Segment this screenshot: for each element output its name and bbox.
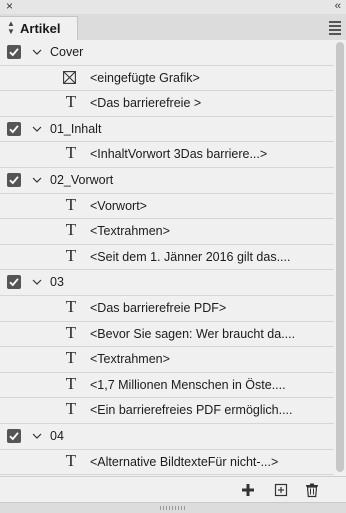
text-frame-icon: T [65, 245, 77, 265]
text-frame-icon: T [65, 220, 77, 240]
new-article-button[interactable] [273, 482, 289, 498]
text-frame-icon: T [65, 450, 77, 470]
checkbox-checked-icon[interactable] [7, 428, 21, 443]
vertical-scrollbar[interactable] [334, 40, 346, 476]
article-group-label: Cover [50, 45, 84, 59]
article-group-label: 01_Inhalt [50, 121, 102, 136]
article-group-label: 02_Vorwort [50, 172, 114, 187]
article-group-row[interactable]: 02_Vorwort [0, 168, 334, 194]
delete-trash-button[interactable] [304, 482, 320, 498]
collapse-panel-icon[interactable]: ‹‹ [335, 0, 341, 13]
tab-artikel[interactable]: ▲ ▼ Artikel [0, 16, 78, 41]
article-item-label: <Vorwort> [90, 198, 147, 213]
checkbox-checked-icon[interactable] [7, 121, 21, 136]
chevron-down-icon[interactable] [32, 172, 42, 188]
article-group-row[interactable]: 03 [0, 270, 334, 296]
article-item-label: <InhaltVorwort 3Das barriere...> [90, 147, 268, 162]
article-group-row[interactable]: 01_Inhalt [0, 117, 334, 143]
article-group-label: 04 [50, 428, 64, 443]
article-item-row[interactable]: <eingefügte Grafik> [0, 66, 334, 92]
chevron-down-icon[interactable] [32, 274, 42, 290]
text-frame-icon: T [65, 399, 77, 419]
tab-label: Artikel [20, 21, 61, 36]
article-item-row[interactable]: T <Bevor Sie sagen: Wer braucht da.... [0, 322, 334, 348]
article-item-label: <Bevor Sie sagen: Wer braucht da.... [90, 326, 296, 341]
articles-list: Cover <eingefügte Grafik> T <Das barrierefr… [0, 40, 334, 476]
text-frame-icon: T [65, 322, 77, 342]
text-frame-icon: T [65, 92, 77, 112]
article-item-label: <Textrahmen> [90, 352, 170, 367]
chevron-down-icon[interactable] [32, 121, 42, 137]
article-item-label: <Das barrierefreie > [90, 96, 202, 111]
article-item-label: <eingefügte Grafik> [90, 70, 200, 85]
article-item-label: <Textrahmen> [90, 224, 170, 239]
article-item-label: <Das barrierefreie PDF> [90, 300, 227, 315]
resize-grip-bar[interactable] [0, 502, 346, 513]
article-group-row[interactable]: Cover [0, 40, 334, 66]
close-icon[interactable]: × [6, 0, 13, 13]
panel-title-bar: × ‹‹ [0, 0, 346, 14]
text-frame-icon: T [65, 143, 77, 163]
article-item-row[interactable]: T <Vorwort> [0, 194, 334, 220]
article-item-row[interactable]: T <Ein barrierefreies PDF ermöglich.... [0, 398, 334, 424]
sort-arrows-icon: ▲ ▼ [7, 19, 15, 36]
articles-panel: × ‹‹ ▲ ▼ Artikel Cover <eingefügte Grafik>… [0, 0, 346, 513]
article-item-row[interactable]: T <Textrahmen> [0, 347, 334, 373]
text-frame-icon: T [65, 348, 77, 368]
article-item-label: <Seit dem 1. Jänner 2016 gilt das.... [90, 249, 291, 264]
panel-footer [0, 476, 346, 503]
article-item-label: <1,7 Millionen Menschen in Öste.... [90, 377, 286, 392]
chevron-down-icon[interactable] [32, 44, 42, 60]
text-frame-icon: T [65, 296, 77, 316]
checkbox-checked-icon[interactable] [7, 172, 21, 187]
article-group-row[interactable]: 04 [0, 424, 334, 450]
panel-menu-icon[interactable] [329, 21, 341, 37]
article-item-row[interactable]: T <Das barrierefreie PDF> [0, 296, 334, 322]
checkbox-checked-icon[interactable] [7, 45, 21, 59]
article-item-row[interactable]: T <Textrahmen> [0, 219, 334, 245]
add-selection-button[interactable] [240, 482, 256, 498]
article-item-row[interactable]: T <Das barrierefreie > [0, 91, 334, 117]
text-frame-icon: T [65, 373, 77, 393]
article-item-row[interactable]: T <InhaltVorwort 3Das barriere...> [0, 142, 334, 168]
resize-grip[interactable] [160, 506, 186, 510]
article-group-label: 03 [50, 275, 64, 290]
tab-strip: ▲ ▼ Artikel [0, 14, 346, 41]
scrollbar-thumb[interactable] [336, 42, 344, 472]
article-item-row[interactable]: T <1,7 Millionen Menschen in Öste.... [0, 373, 334, 399]
chevron-down-icon[interactable] [32, 428, 42, 444]
article-item-label: <Alternative BildtexteFür nicht-...> [90, 454, 279, 469]
checkbox-checked-icon[interactable] [7, 275, 21, 290]
text-frame-icon: T [65, 194, 77, 214]
article-item-label: <Ein barrierefreies PDF ermöglich.... [90, 403, 293, 418]
article-item-row[interactable]: T <Alternative BildtexteFür nicht-...> [0, 450, 334, 476]
article-item-row[interactable]: T <Seit dem 1. Jänner 2016 gilt das.... [0, 245, 334, 271]
graphic-frame-icon [63, 70, 76, 84]
